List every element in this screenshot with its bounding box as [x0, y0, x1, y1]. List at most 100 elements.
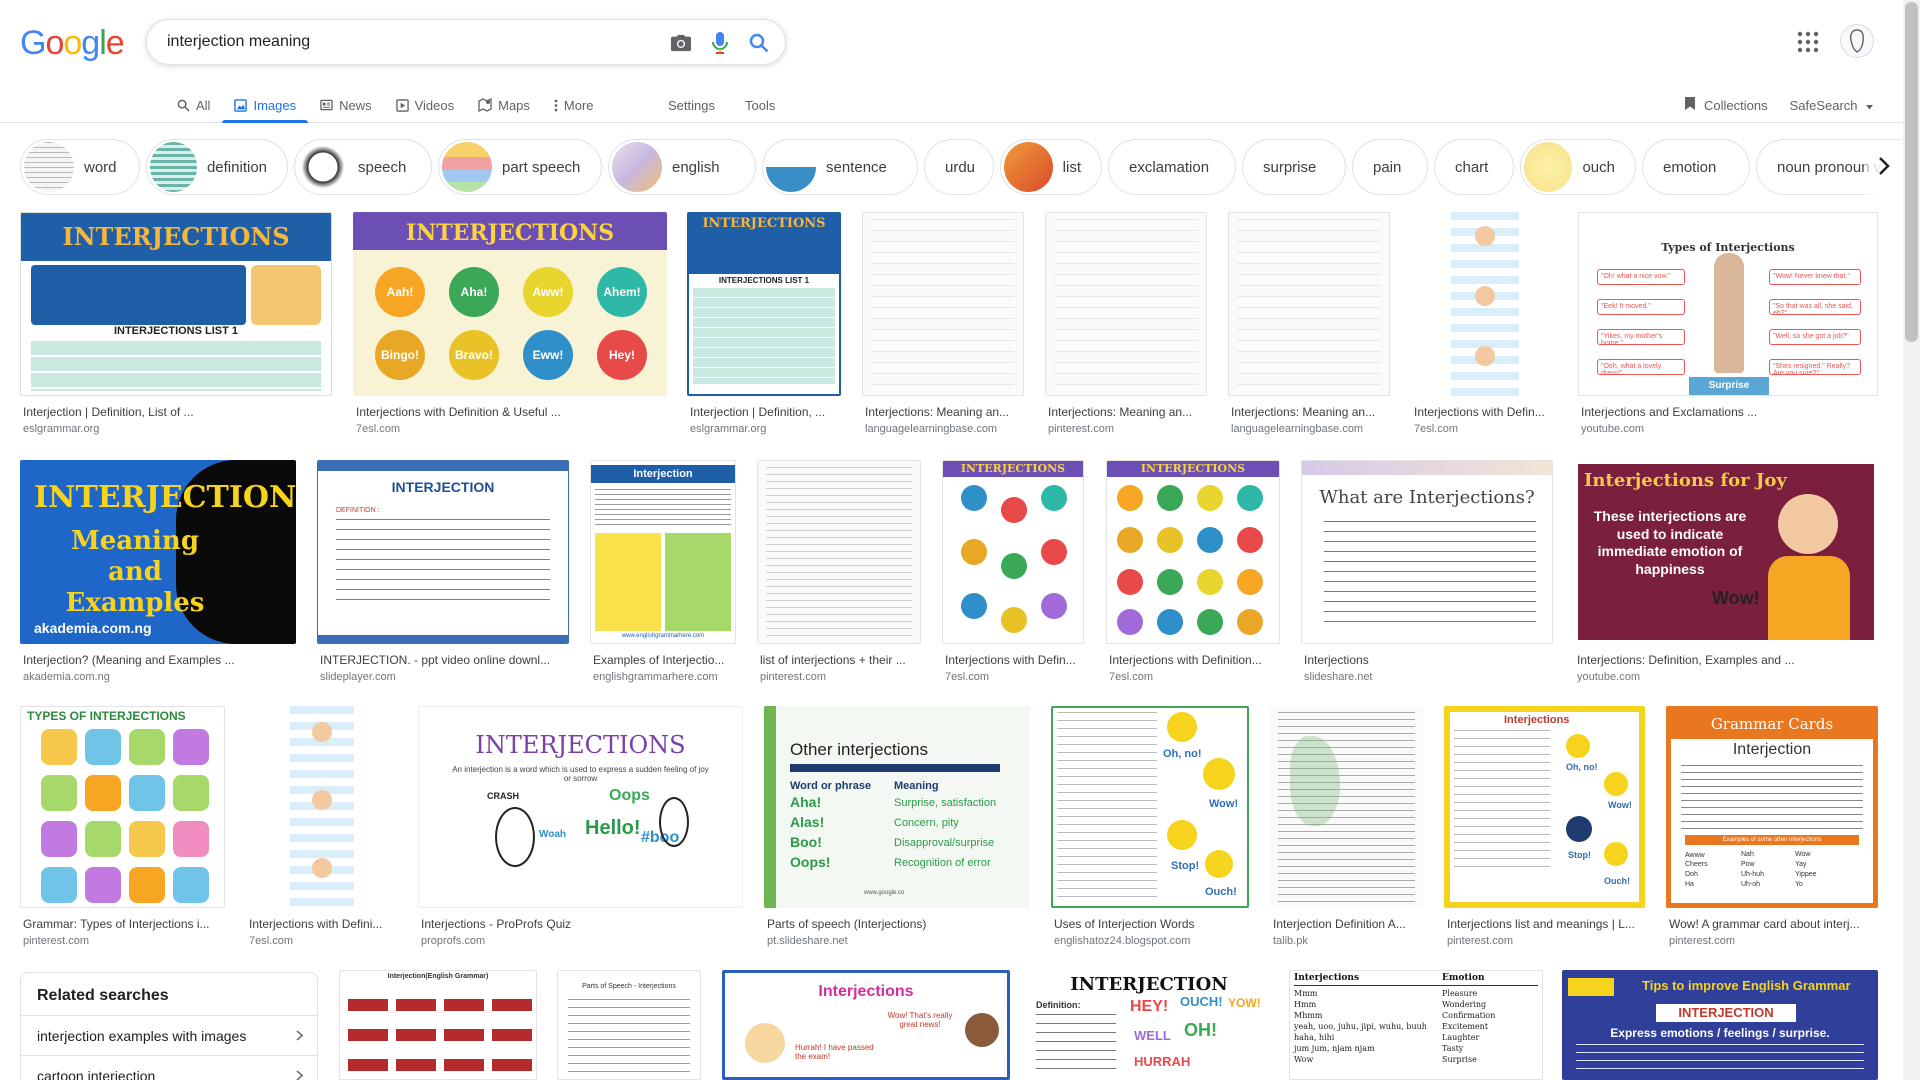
image-result[interactable]: INTERJECTIONS Interjections with Defin..…: [942, 460, 1084, 683]
tab-more[interactable]: More: [542, 88, 606, 122]
image-result[interactable]: Interjection Definition A... talib.pk: [1270, 706, 1423, 947]
image-result[interactable]: Interjections with Defin... 7esl.com: [1411, 212, 1559, 435]
image-result[interactable]: Interjections Oh, no! Wow! Stop! Ouch! I…: [1444, 706, 1645, 947]
tab-all[interactable]: All: [165, 88, 222, 122]
related-search-item[interactable]: interjection examples with images: [21, 1015, 317, 1055]
result-title[interactable]: list of interjections + their ...: [757, 653, 921, 667]
result-source[interactable]: 7esl.com: [353, 423, 667, 435]
result-title[interactable]: Interjections: Meaning an...: [1228, 405, 1390, 419]
chip-part-speech[interactable]: part speech: [438, 139, 602, 195]
result-title[interactable]: Interjections with Defini...: [246, 917, 398, 931]
google-logo[interactable]: Google: [20, 24, 125, 63]
result-title[interactable]: Grammar: Types of Interjections i...: [20, 917, 225, 931]
result-title[interactable]: Interjections with Definition...: [1106, 653, 1280, 667]
image-result[interactable]: Oh, no! Wow! Stop! Ouch! Uses of Interje…: [1051, 706, 1249, 947]
result-title[interactable]: Interjections with Defin...: [1411, 405, 1559, 419]
tools-link[interactable]: Tools: [745, 98, 775, 113]
result-source[interactable]: 7esl.com: [246, 935, 398, 947]
collections-button[interactable]: Collections: [1684, 96, 1768, 114]
result-source[interactable]: pinterest.com: [1444, 935, 1645, 947]
image-result[interactable]: INTERJECTION Definition: HEY! OUCH! YOW!…: [1030, 970, 1268, 1080]
image-result[interactable]: TYPES OF INTERJECTIONS Grammar: Types of…: [20, 706, 225, 947]
tab-maps[interactable]: Maps: [466, 88, 542, 122]
result-source[interactable]: youtube.com: [1574, 671, 1878, 683]
result-title[interactable]: Interjections - ProProfs Quiz: [418, 917, 743, 931]
result-title[interactable]: Interjections: Definition, Examples and …: [1574, 653, 1878, 667]
result-title[interactable]: Examples of Interjectio...: [590, 653, 736, 667]
result-title[interactable]: Interjection Definition A...: [1270, 917, 1423, 931]
search-input[interactable]: [167, 31, 647, 53]
result-title[interactable]: Interjections and Exclamations ...: [1578, 405, 1878, 419]
image-result[interactable]: Interjections: Meaning an... languagelea…: [1228, 212, 1390, 435]
result-title[interactable]: Interjections with Defin...: [942, 653, 1084, 667]
result-source[interactable]: 7esl.com: [1411, 423, 1559, 435]
search-icon[interactable]: [746, 30, 772, 56]
chips-next-button[interactable]: [1864, 140, 1904, 196]
chip-speech[interactable]: speech: [294, 139, 432, 195]
chip-emotion[interactable]: emotion: [1642, 139, 1750, 195]
image-result[interactable]: Interjection www.englishgrammarhere.com …: [590, 460, 736, 683]
image-result[interactable]: INTERJECTIONS INTERJECTIONS LIST 1 Inter…: [20, 212, 332, 435]
google-apps-icon[interactable]: [1796, 30, 1820, 54]
chip-sentence[interactable]: sentence: [762, 139, 918, 195]
chip-list[interactable]: list: [1000, 139, 1102, 195]
image-result[interactable]: INTERJECTIONS Meaning and Examples akade…: [20, 460, 296, 683]
result-source[interactable]: pt.slideshare.net: [764, 935, 1030, 947]
chip-english[interactable]: english: [608, 139, 756, 195]
result-source[interactable]: slideplayer.com: [317, 671, 569, 683]
image-result[interactable]: Interjections Wow! That's really great n…: [722, 970, 1010, 1080]
image-result[interactable]: Interjections: Meaning an... languagelea…: [862, 212, 1024, 435]
microphone-icon[interactable]: [707, 30, 733, 56]
image-result[interactable]: Interjection(English Grammar): [339, 970, 537, 1080]
result-source[interactable]: pinterest.com: [1666, 935, 1878, 947]
result-source[interactable]: youtube.com: [1578, 423, 1878, 435]
chip-exclamation[interactable]: exclamation: [1108, 139, 1236, 195]
result-title[interactable]: Interjections: [1301, 653, 1553, 667]
chip-pain[interactable]: pain: [1352, 139, 1428, 195]
tab-news[interactable]: News: [308, 88, 384, 122]
camera-icon[interactable]: [668, 30, 694, 56]
result-title[interactable]: Uses of Interjection Words: [1051, 917, 1249, 931]
safesearch-button[interactable]: SafeSearch: [1790, 98, 1873, 113]
image-result[interactable]: Interjections: Meaning an... pinterest.c…: [1045, 212, 1207, 435]
result-title[interactable]: Interjection | Definition, List of ...: [20, 405, 332, 419]
result-source[interactable]: talib.pk: [1270, 935, 1423, 947]
result-title[interactable]: Interjections: Meaning an...: [862, 405, 1024, 419]
result-title[interactable]: Interjection? (Meaning and Examples ...: [20, 653, 296, 667]
chip-word[interactable]: word: [20, 139, 140, 195]
image-result[interactable]: INTERJECTIONS Interjections with Definit…: [1106, 460, 1280, 683]
result-source[interactable]: languagelearningbase.com: [1228, 423, 1390, 435]
chip-urdu[interactable]: urdu: [924, 139, 994, 195]
account-avatar[interactable]: [1840, 24, 1874, 58]
image-result[interactable]: What are Interjections? Interjections sl…: [1301, 460, 1553, 683]
result-source[interactable]: akademia.com.ng: [20, 671, 296, 683]
result-title[interactable]: Interjections: Meaning an...: [1045, 405, 1207, 419]
scrollbar-thumb[interactable]: [1905, 2, 1918, 342]
image-result[interactable]: Parts of Speech - Interjections: [557, 970, 701, 1080]
image-result[interactable]: INTERJECTIONS Aah! Aha! Aww! Ahem! Bingo…: [353, 212, 667, 435]
tab-images[interactable]: Images: [222, 88, 308, 123]
result-title[interactable]: Wow! A grammar card about interj...: [1666, 917, 1878, 931]
result-title[interactable]: INTERJECTION. - ppt video online downl..…: [317, 653, 569, 667]
result-source[interactable]: 7esl.com: [942, 671, 1084, 683]
chip-surprise[interactable]: surprise: [1242, 139, 1346, 195]
result-source[interactable]: englishgrammarhere.com: [590, 671, 736, 683]
image-result[interactable]: INTERJECTIONS INTERJECTIONS LIST 1 Inter…: [687, 212, 841, 435]
result-source[interactable]: pinterest.com: [757, 671, 921, 683]
result-source[interactable]: slideshare.net: [1301, 671, 1553, 683]
result-source[interactable]: eslgrammar.org: [20, 423, 332, 435]
image-result[interactable]: INTERJECTION DEFINITION : INTERJECTION. …: [317, 460, 569, 683]
image-result[interactable]: Interjections for Joy These interjection…: [1574, 460, 1878, 683]
result-source[interactable]: eslgrammar.org: [687, 423, 841, 435]
result-source[interactable]: 7esl.com: [1106, 671, 1280, 683]
result-title[interactable]: Parts of speech (Interjections): [764, 917, 1030, 931]
image-result[interactable]: list of interjections + their ... pinter…: [757, 460, 921, 683]
chip-chart[interactable]: chart: [1434, 139, 1514, 195]
result-title[interactable]: Interjections with Definition & Useful .…: [353, 405, 667, 419]
image-result[interactable]: INTERJECTIONS An interjection is a word …: [418, 706, 743, 947]
settings-link[interactable]: Settings: [668, 98, 715, 113]
result-source[interactable]: pinterest.com: [20, 935, 225, 947]
image-result[interactable]: Interjections Emotion Mmm Hmm Mhmm yeah,…: [1289, 970, 1543, 1080]
result-source[interactable]: languagelearningbase.com: [862, 423, 1024, 435]
image-result[interactable]: Grammar Cards Interjection Examples of s…: [1666, 706, 1878, 947]
